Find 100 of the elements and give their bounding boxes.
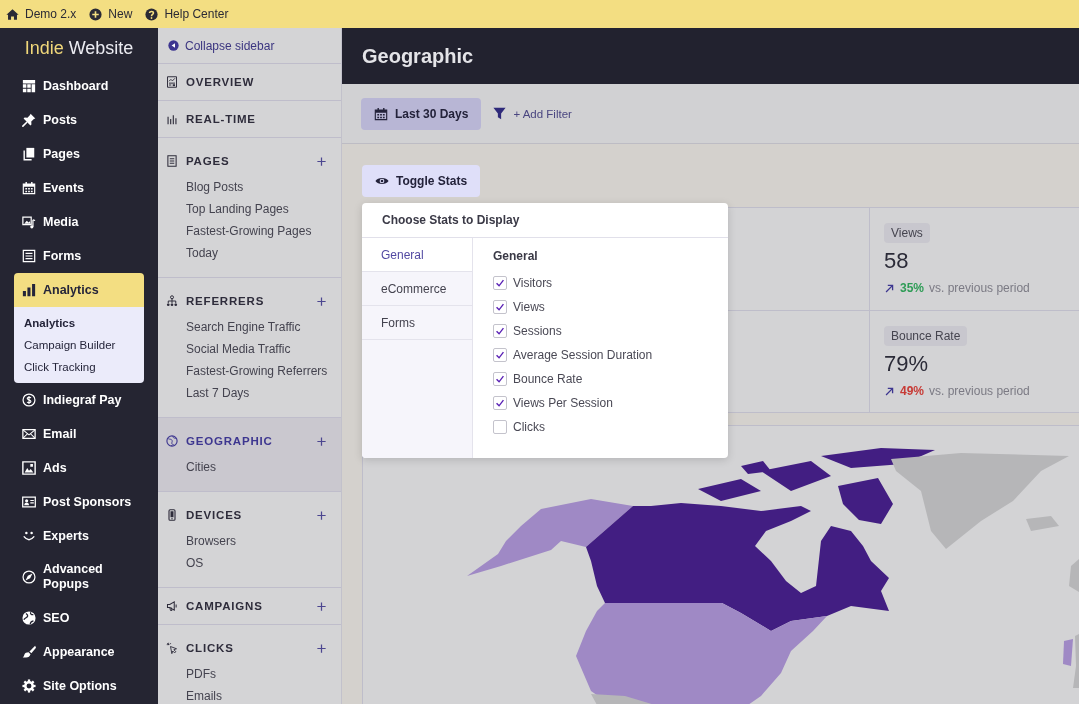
globe-icon [22, 611, 36, 625]
compass-icon [22, 570, 36, 584]
comparison-text: vs. previous period [929, 384, 1030, 398]
add-button[interactable] [316, 155, 327, 167]
checkbox[interactable] [493, 372, 507, 386]
nav-item[interactable]: Posts [14, 103, 144, 137]
home-icon [6, 7, 19, 21]
section-link[interactable]: PDFs [186, 663, 216, 685]
topbar-link[interactable]: New [89, 7, 133, 21]
stats-tab[interactable]: General [362, 238, 472, 272]
plus-icon [316, 642, 327, 654]
spain-region [1073, 634, 1079, 688]
checkbox[interactable] [493, 324, 507, 338]
gear-icon [22, 679, 36, 693]
stat-label: Bounce Rate [884, 326, 968, 346]
add-button[interactable] [316, 295, 327, 307]
date-range-button[interactable]: Last 30 Days [361, 97, 482, 130]
globe-icon [166, 435, 178, 447]
nav-item[interactable]: Advanced Popups [14, 553, 144, 601]
nav-item[interactable]: Indiegraf Pay [14, 383, 144, 417]
nav-item[interactable]: Forms [14, 239, 144, 273]
cursor-click-icon [166, 642, 178, 654]
section-link[interactable]: Fastest-Growing Referrers [186, 360, 328, 382]
checkbox-label[interactable]: Clicks [513, 420, 545, 434]
funnel-icon [493, 107, 507, 120]
bar-chart-icon [166, 113, 178, 125]
nav-item[interactable]: Appearance [14, 635, 144, 669]
id-card-icon [22, 495, 36, 509]
section-header[interactable]: REFERRERS [166, 295, 265, 307]
brush-icon [22, 645, 36, 659]
section-link[interactable]: Social Media Traffic [186, 338, 291, 360]
picture-icon [22, 461, 36, 475]
check-icon [495, 350, 505, 360]
checkbox-label[interactable]: Bounce Rate [513, 372, 583, 386]
section-header[interactable]: DEVICES [166, 509, 243, 521]
section-link[interactable]: Cities [186, 456, 216, 478]
submenu-item[interactable]: Campaign Builder [14, 334, 144, 356]
section-link[interactable]: Last 7 Days [186, 382, 250, 404]
section-header[interactable]: OVERVIEW [166, 76, 255, 88]
add-button[interactable] [316, 600, 327, 612]
comparison-text: vs. previous period [929, 281, 1030, 295]
nav-item[interactable]: Ads [14, 451, 144, 485]
checkbox[interactable] [493, 348, 507, 362]
section-header[interactable]: PAGES [166, 155, 230, 167]
nav-item[interactable]: Dashboard [14, 69, 144, 103]
stats-tab[interactable]: Forms [362, 306, 472, 340]
add-button[interactable] [316, 642, 327, 654]
section-link[interactable]: Today [186, 242, 219, 264]
section-link[interactable]: Fastest-Growing Pages [186, 220, 312, 242]
checkbox-label[interactable]: Visitors [513, 276, 553, 290]
checkbox-label[interactable]: Sessions [513, 324, 562, 338]
add-button[interactable] [316, 509, 327, 521]
dollar-circle-icon [22, 393, 36, 407]
section-link[interactable]: Search Engine Traffic [186, 316, 301, 338]
checkbox[interactable] [493, 300, 507, 314]
checkbox-label[interactable]: Views Per Session [513, 396, 613, 410]
section-header[interactable]: REAL-TIME [166, 113, 256, 125]
stats-tab[interactable]: eCommerce [362, 272, 472, 306]
check-icon [495, 398, 505, 408]
section-link[interactable]: Blog Posts [186, 176, 244, 198]
checkbox-label[interactable]: Average Session Duration [513, 348, 653, 362]
section-header[interactable]: GEOGRAPHIC [166, 435, 273, 447]
checkbox-label[interactable]: Views [513, 300, 545, 314]
topbar-link[interactable]: Help Center [145, 7, 229, 21]
checkbox[interactable] [493, 420, 507, 434]
checkbox[interactable] [493, 276, 507, 290]
collapse-sidebar-button[interactable]: Collapse sidebar [158, 28, 341, 64]
nav-item[interactable]: Post Sponsors [14, 485, 144, 519]
pages-icon [22, 147, 36, 161]
add-filter-button[interactable]: + Add Filter [493, 107, 572, 120]
chart-document-icon [166, 76, 178, 88]
section-link[interactable]: Browsers [186, 530, 236, 552]
plus-icon [316, 509, 327, 521]
nav-item[interactable]: Site Options [14, 669, 144, 703]
page-title: Geographic [362, 44, 474, 68]
section-link[interactable]: Emails [186, 685, 222, 704]
nav-item[interactable]: Email [14, 417, 144, 451]
checkbox[interactable] [493, 396, 507, 410]
british-isles-region [1069, 559, 1079, 592]
stat-value: 79% [884, 351, 929, 377]
envelope-icon [22, 427, 36, 441]
nav-item[interactable]: SEO [14, 601, 144, 635]
nav-item[interactable]: Pages [14, 137, 144, 171]
calendar-icon [374, 106, 388, 121]
section-link[interactable]: Top Landing Pages [186, 198, 289, 220]
nav-item[interactable]: Analytics [14, 273, 144, 307]
toggle-stats-button[interactable]: Toggle Stats [362, 165, 481, 197]
section-header[interactable]: CAMPAIGNS [166, 600, 263, 612]
check-icon [495, 302, 505, 312]
section-link[interactable]: OS [186, 552, 204, 574]
section-header[interactable]: CLICKS [166, 642, 234, 654]
nav-item[interactable]: Events [14, 171, 144, 205]
site-logo: Indie Website [23, 37, 135, 60]
submenu-item[interactable]: Click Tracking [14, 356, 144, 378]
nav-item[interactable]: Experts [14, 519, 144, 553]
submenu-item[interactable]: Analytics [14, 312, 144, 334]
topbar-link[interactable]: Demo 2.x [6, 7, 77, 21]
add-button[interactable] [316, 435, 327, 447]
nav-item[interactable]: Media [14, 205, 144, 239]
network-icon [166, 295, 178, 307]
